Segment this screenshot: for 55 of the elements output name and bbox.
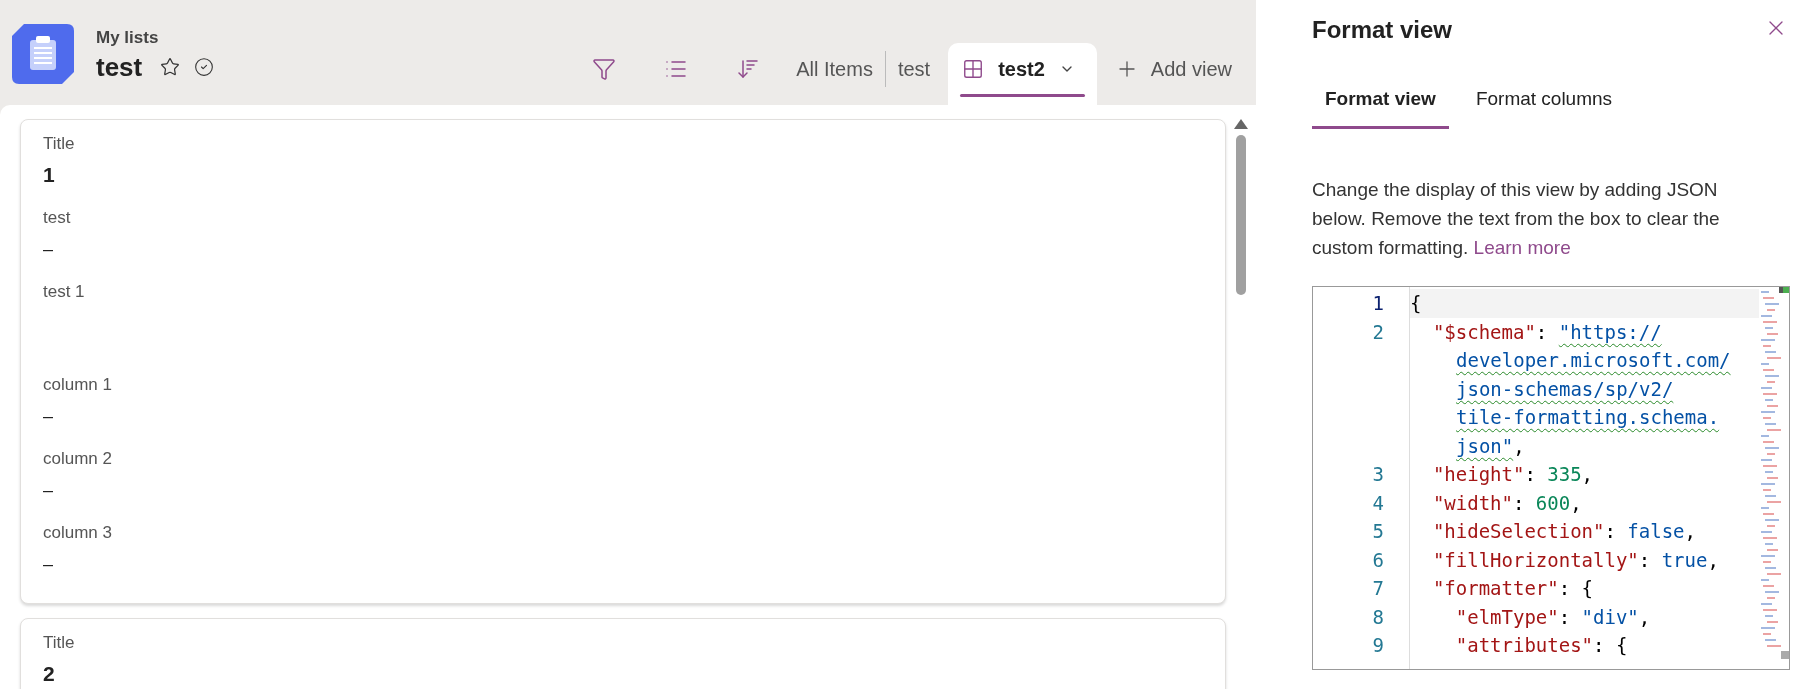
- code-line: "$schema": "https://: [1431, 319, 1663, 345]
- grid-icon: [962, 58, 985, 80]
- scroll-up-icon[interactable]: [1234, 119, 1248, 129]
- line-number: 1: [1371, 291, 1385, 316]
- code-line: "height": 335,: [1431, 462, 1595, 487]
- line-number: 3: [1371, 462, 1385, 487]
- code-line: "hideSelection": false,: [1431, 519, 1697, 544]
- code-line: {: [1410, 291, 1423, 316]
- item-card[interactable]: Title 2: [20, 618, 1226, 689]
- code-line: "width": 600,: [1431, 490, 1583, 516]
- line-number: 4: [1371, 490, 1385, 516]
- view-tab[interactable]: All Items: [784, 43, 885, 95]
- code-line: "fillHorizontally": true,: [1431, 547, 1720, 573]
- panel-tab[interactable]: Format view: [1312, 76, 1449, 129]
- code-line: json-schemas/sp/v2/: [1455, 376, 1675, 402]
- check-circle-icon[interactable]: [194, 57, 215, 77]
- code-line: "elmType": "div",: [1454, 604, 1652, 630]
- favorite-star-icon[interactable]: [160, 57, 181, 77]
- code-line: "formatter": {: [1431, 576, 1595, 601]
- line-number: 2: [1371, 319, 1385, 345]
- line-number: 9: [1371, 633, 1385, 658]
- line-number: 6: [1371, 547, 1385, 573]
- list-title: test: [96, 51, 143, 83]
- item-card[interactable]: Title 1 test – test 1 column 1 – column 2 – column 3 –: [20, 119, 1226, 604]
- view-tab[interactable]: test2: [948, 43, 1097, 105]
- list-logo-icon: [12, 24, 74, 86]
- field-value: –: [43, 553, 54, 575]
- view-tab[interactable]: test: [885, 43, 943, 95]
- field-label: Title: [43, 134, 76, 154]
- field-value: –: [43, 238, 54, 260]
- field-label: Title: [43, 633, 76, 653]
- description-text: Change the display of this view by adding JSON below. Remove the text from the box to clear the custom formatting. Learn more: [1312, 178, 1721, 260]
- panel-title: Format view: [1312, 16, 1453, 44]
- code-editor[interactable]: [1312, 286, 1790, 670]
- field-value: –: [43, 479, 54, 501]
- field-label: column 3: [43, 523, 113, 543]
- field-label: test: [43, 208, 72, 228]
- line-number: 7: [1371, 576, 1385, 601]
- code-line: tile-formatting.schema.: [1455, 405, 1721, 430]
- field-value: 1: [43, 164, 56, 186]
- code-line: "attributes": {: [1454, 633, 1629, 658]
- field-label: test 1: [43, 282, 86, 302]
- line-number: 8: [1371, 604, 1385, 630]
- scrollbar-thumb[interactable]: [1236, 135, 1246, 295]
- code-line: developer.microsoft.com/: [1455, 348, 1732, 373]
- field-label: column 1: [43, 375, 113, 395]
- field-value: –: [43, 405, 54, 427]
- code-line: json",: [1455, 433, 1526, 459]
- panel-tab[interactable]: Format columns: [1462, 76, 1626, 129]
- field-value: 2: [43, 663, 56, 685]
- line-number: 5: [1371, 519, 1385, 544]
- breadcrumb-link[interactable]: My lists: [96, 27, 215, 48]
- learn-more-link[interactable]: Learn more: [1473, 237, 1571, 258]
- field-label: column 2: [43, 449, 113, 469]
- add-view-button[interactable]: Add view: [1096, 43, 1244, 95]
